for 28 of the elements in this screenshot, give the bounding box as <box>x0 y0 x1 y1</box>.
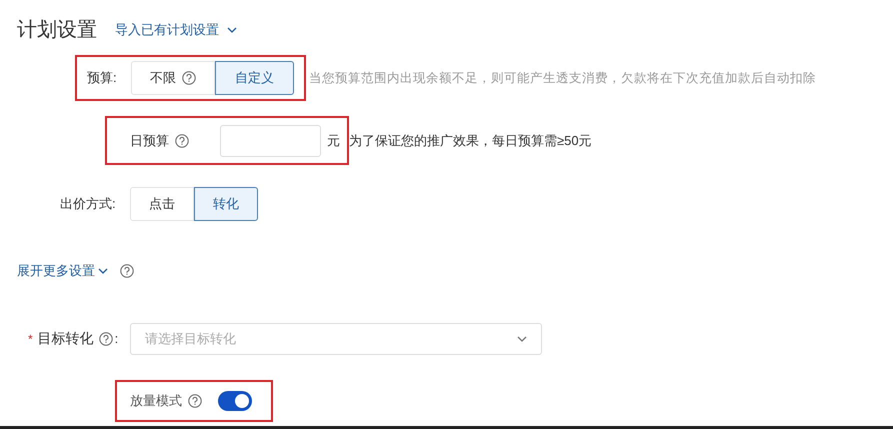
hint-text: 当您预算范围内出现余额不足，则可能产生透支消费，欠款将在下次充值加款后自动扣除 <box>309 70 816 87</box>
page-title: 计划设置 <box>17 18 97 43</box>
option-button[interactable]: 自定义 <box>215 61 294 95</box>
field-label: 目标转化 <box>38 329 94 348</box>
field-label: 日预算 <box>130 132 169 150</box>
option-button[interactable]: 点击 <box>130 187 194 221</box>
field-label: 放量模式 <box>130 392 182 410</box>
field-label: 出价方式: <box>60 195 117 214</box>
option-button[interactable]: 转化 <box>194 187 258 221</box>
unit-label: 元 <box>327 132 340 150</box>
chevron-down-icon <box>517 336 527 342</box>
help-icon[interactable] <box>175 134 189 148</box>
budget-input[interactable] <box>220 124 321 156</box>
help-icon[interactable] <box>120 264 134 278</box>
option-button[interactable]: 不限 <box>131 61 215 95</box>
chevron-down-icon <box>227 27 237 33</box>
chevron-down-icon <box>98 268 108 274</box>
field-label: 预算: <box>87 69 118 88</box>
hint-text: 为了保证您的推广效果，每日预算需≥50元 <box>349 132 592 150</box>
help-icon[interactable] <box>188 394 202 408</box>
help-icon[interactable] <box>98 332 113 346</box>
help-icon[interactable] <box>182 71 196 85</box>
expand-link[interactable]: 展开更多设置 <box>17 261 108 280</box>
import-link[interactable]: 导入已有计划设置 <box>115 20 237 40</box>
select-placeholder: 请选择目标转化 <box>145 330 236 348</box>
toggle-switch[interactable] <box>218 390 252 410</box>
required-mark: * <box>28 330 33 348</box>
colon-text: : <box>114 330 118 348</box>
